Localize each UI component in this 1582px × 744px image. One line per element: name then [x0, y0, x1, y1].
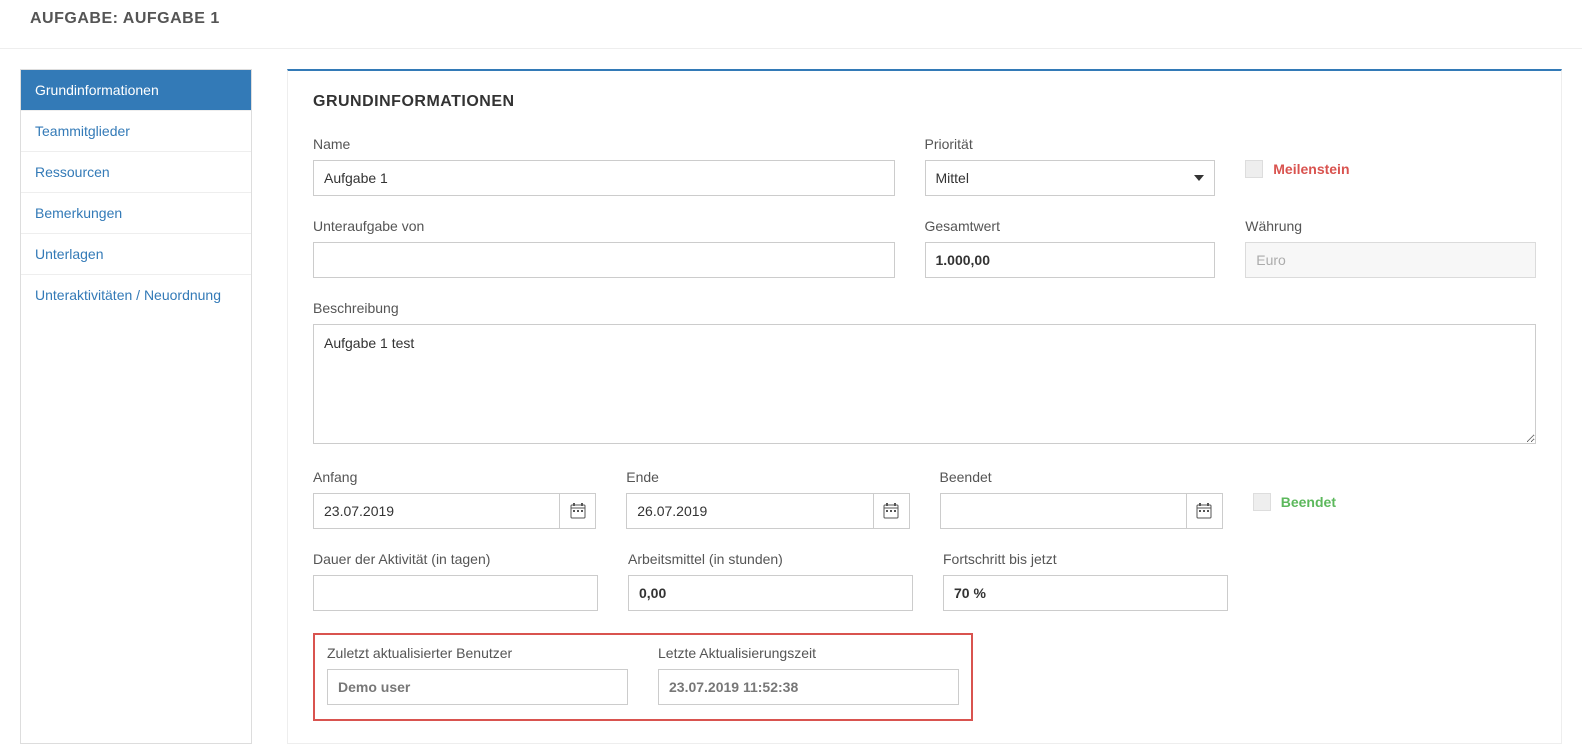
group-priority: Priorität Mittel: [925, 136, 1216, 196]
group-last-user: Zuletzt aktualisierter Benutzer: [327, 645, 628, 705]
input-start[interactable]: [313, 493, 560, 529]
inputgroup-end: [626, 493, 909, 529]
group-duration: Dauer der Aktivität (in tagen): [313, 551, 598, 611]
label-finished-date: Beendet: [940, 469, 1223, 485]
calendar-button-end[interactable]: [874, 493, 910, 529]
page-header: AUFGABE: AUFGABE 1: [0, 0, 1582, 49]
checkbox-finished[interactable]: [1253, 493, 1271, 511]
input-progress[interactable]: [943, 575, 1228, 611]
group-subtask-of: Unteraufgabe von: [313, 218, 895, 278]
group-name: Name: [313, 136, 895, 196]
group-start: Anfang: [313, 469, 596, 529]
calendar-icon: [883, 503, 899, 519]
group-milestone: Meilenstein: [1245, 136, 1536, 196]
textarea-description[interactable]: [313, 324, 1536, 444]
group-finished-flag: Beendet: [1253, 469, 1536, 529]
calendar-icon: [570, 503, 586, 519]
label-milestone: Meilenstein: [1273, 161, 1349, 177]
sidebar-item-bemerkungen[interactable]: Bemerkungen: [21, 193, 251, 234]
page-title: AUFGABE: AUFGABE 1: [30, 10, 1552, 28]
section-title: GRUNDINFORMATIONEN: [313, 93, 1536, 111]
calendar-button-finished[interactable]: [1187, 493, 1223, 529]
label-progress: Fortschritt bis jetzt: [943, 551, 1228, 567]
calendar-icon: [1196, 503, 1212, 519]
calendar-button-start[interactable]: [560, 493, 596, 529]
label-name: Name: [313, 136, 895, 152]
input-finished-date[interactable]: [940, 493, 1187, 529]
select-currency: Euro: [1245, 242, 1536, 278]
label-duration: Dauer der Aktivität (in tagen): [313, 551, 598, 567]
label-last-user: Zuletzt aktualisierter Benutzer: [327, 645, 628, 661]
input-last-user: [327, 669, 628, 705]
input-total-value[interactable]: [925, 242, 1216, 278]
input-effort[interactable]: [628, 575, 913, 611]
group-finished-date: Beendet: [940, 469, 1223, 529]
group-total-value: Gesamtwert: [925, 218, 1216, 278]
input-end[interactable]: [626, 493, 873, 529]
checkbox-milestone[interactable]: [1245, 160, 1263, 178]
label-end: Ende: [626, 469, 909, 485]
inputgroup-start: [313, 493, 596, 529]
label-last-time: Letzte Aktualisierungszeit: [658, 645, 959, 661]
input-subtask-of[interactable]: [313, 242, 895, 278]
input-name[interactable]: [313, 160, 895, 196]
group-last-time: Letzte Aktualisierungszeit: [658, 645, 959, 705]
sidebar-item-unterlagen[interactable]: Unterlagen: [21, 234, 251, 275]
label-total-value: Gesamtwert: [925, 218, 1216, 234]
main-panel: GRUNDINFORMATIONEN Name Priorität Mittel…: [287, 69, 1562, 744]
label-currency: Währung: [1245, 218, 1536, 234]
last-update-box: Zuletzt aktualisierter Benutzer Letzte A…: [313, 633, 973, 721]
input-duration[interactable]: [313, 575, 598, 611]
input-last-time: [658, 669, 959, 705]
row-dates: Anfang Ende Beendet: [313, 469, 1536, 529]
label-priority: Priorität: [925, 136, 1216, 152]
sidebar-item-unteraktivitaeten[interactable]: Unteraktivitäten / Neuordnung: [21, 275, 251, 315]
inputgroup-finished: [940, 493, 1223, 529]
label-subtask-of: Unteraufgabe von: [313, 218, 895, 234]
row-subtask-value-currency: Unteraufgabe von Gesamtwert Währung Euro: [313, 218, 1536, 278]
select-priority[interactable]: Mittel: [925, 160, 1216, 196]
label-description: Beschreibung: [313, 300, 1536, 316]
group-description: Beschreibung: [313, 300, 1536, 447]
row-description: Beschreibung: [313, 300, 1536, 447]
row-name-priority: Name Priorität Mittel Meilenstein: [313, 136, 1536, 196]
row-duration-effort-progress: Dauer der Aktivität (in tagen) Arbeitsmi…: [313, 551, 1228, 611]
sidebar-item-grundinformationen[interactable]: Grundinformationen: [21, 70, 251, 111]
group-end: Ende: [626, 469, 909, 529]
sidebar-nav: Grundinformationen Teammitglieder Ressou…: [20, 69, 252, 744]
group-currency: Währung Euro: [1245, 218, 1536, 278]
label-start: Anfang: [313, 469, 596, 485]
label-effort: Arbeitsmittel (in stunden): [628, 551, 913, 567]
sidebar-item-teammitglieder[interactable]: Teammitglieder: [21, 111, 251, 152]
group-effort: Arbeitsmittel (in stunden): [628, 551, 913, 611]
sidebar-item-ressourcen[interactable]: Ressourcen: [21, 152, 251, 193]
group-progress: Fortschritt bis jetzt: [943, 551, 1228, 611]
label-finished-flag: Beendet: [1281, 494, 1336, 510]
content-wrapper: Grundinformationen Teammitglieder Ressou…: [0, 49, 1582, 744]
